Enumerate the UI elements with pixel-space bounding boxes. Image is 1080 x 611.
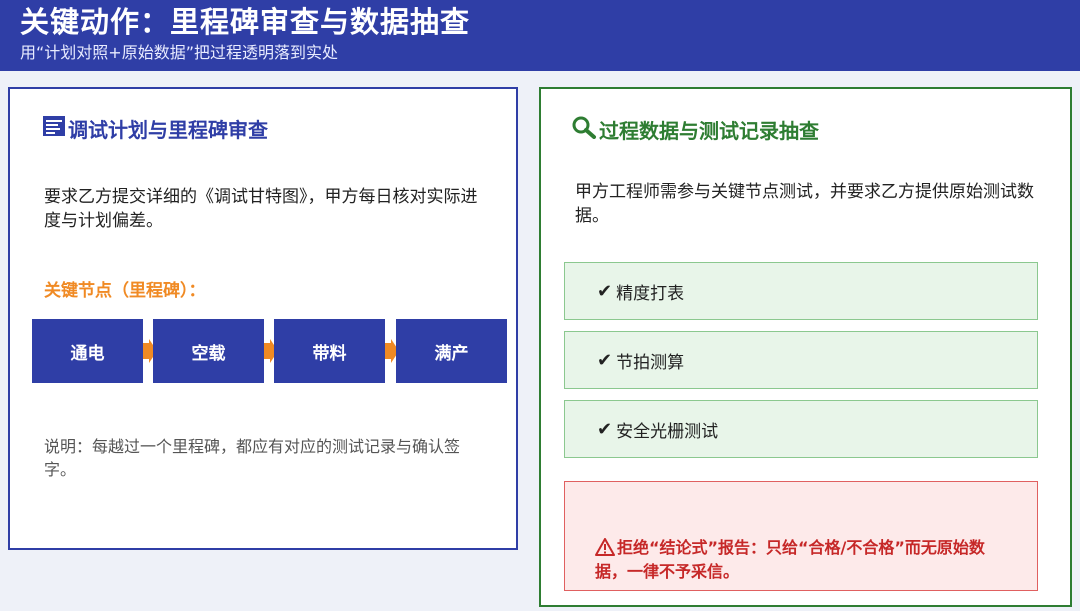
milestone-step: 带料 <box>274 319 385 383</box>
check-icon: ✔ <box>597 349 613 371</box>
check-icon: ✔ <box>597 418 613 440</box>
page-title: 关键动作：里程碑审查与数据抽查 <box>20 5 471 39</box>
left-panel-title: 调试计划与里程碑审查 <box>42 115 268 144</box>
right-panel-title-text: 过程数据与测试记录抽查 <box>599 118 819 143</box>
left-panel-note: 说明：每越过一个里程碑，都应有对应的测试记录与确认签字。 <box>44 437 461 479</box>
milestone-step: 满产 <box>396 319 507 383</box>
check-icon: ✔ <box>597 280 613 302</box>
warning-box: 拒绝“结论式”报告：只给“合格/不合格”而无原始数据，一律不予采信。 <box>564 481 1038 591</box>
magnifier-icon <box>571 115 599 146</box>
right-panel-body: 甲方工程师需参与关键节点测试，并要求乙方提供原始测试数据。 <box>575 182 1034 226</box>
milestone-step: 通电 <box>32 319 143 383</box>
right-panel-title: 过程数据与测试记录抽查 <box>571 115 819 146</box>
warning-icon <box>595 538 617 557</box>
check-item-label: 节拍测算 <box>616 352 685 373</box>
milestone-label: 关键节点（里程碑）： <box>44 281 206 301</box>
page-subtitle: 用“计划对照+原始数据”把过程透明落到实处 <box>20 43 338 62</box>
check-item-label: 安全光栅测试 <box>616 421 719 442</box>
check-item-label: 精度打表 <box>616 283 685 304</box>
warning-text: 拒绝“结论式”报告：只给“合格/不合格”而无原始数据，一律不予采信。 <box>595 538 985 581</box>
left-panel-body: 要求乙方提交详细的《调试甘特图》，甲方每日核对实际进度与计划偏差。 <box>44 187 478 231</box>
check-item: ✔ 节拍测算 <box>564 331 1038 389</box>
left-panel-title-text: 调试计划与里程碑审查 <box>68 117 268 142</box>
document-icon <box>42 115 68 144</box>
check-item: ✔ 精度打表 <box>564 262 1038 320</box>
check-item: ✔ 安全光栅测试 <box>564 400 1038 458</box>
warning-text-block: 拒绝“结论式”报告：只给“合格/不合格”而无原始数据，一律不予采信。 <box>595 536 1015 584</box>
left-panel: 调试计划与里程碑审查 要求乙方提交详细的《调试甘特图》，甲方每日核对实际进度与计… <box>8 87 518 550</box>
right-panel: 过程数据与测试记录抽查 甲方工程师需参与关键节点测试，并要求乙方提供原始测试数据… <box>539 87 1072 607</box>
milestone-step: 空载 <box>153 319 264 383</box>
header-bar: 关键动作：里程碑审查与数据抽查 用“计划对照+原始数据”把过程透明落到实处 <box>0 0 1080 71</box>
